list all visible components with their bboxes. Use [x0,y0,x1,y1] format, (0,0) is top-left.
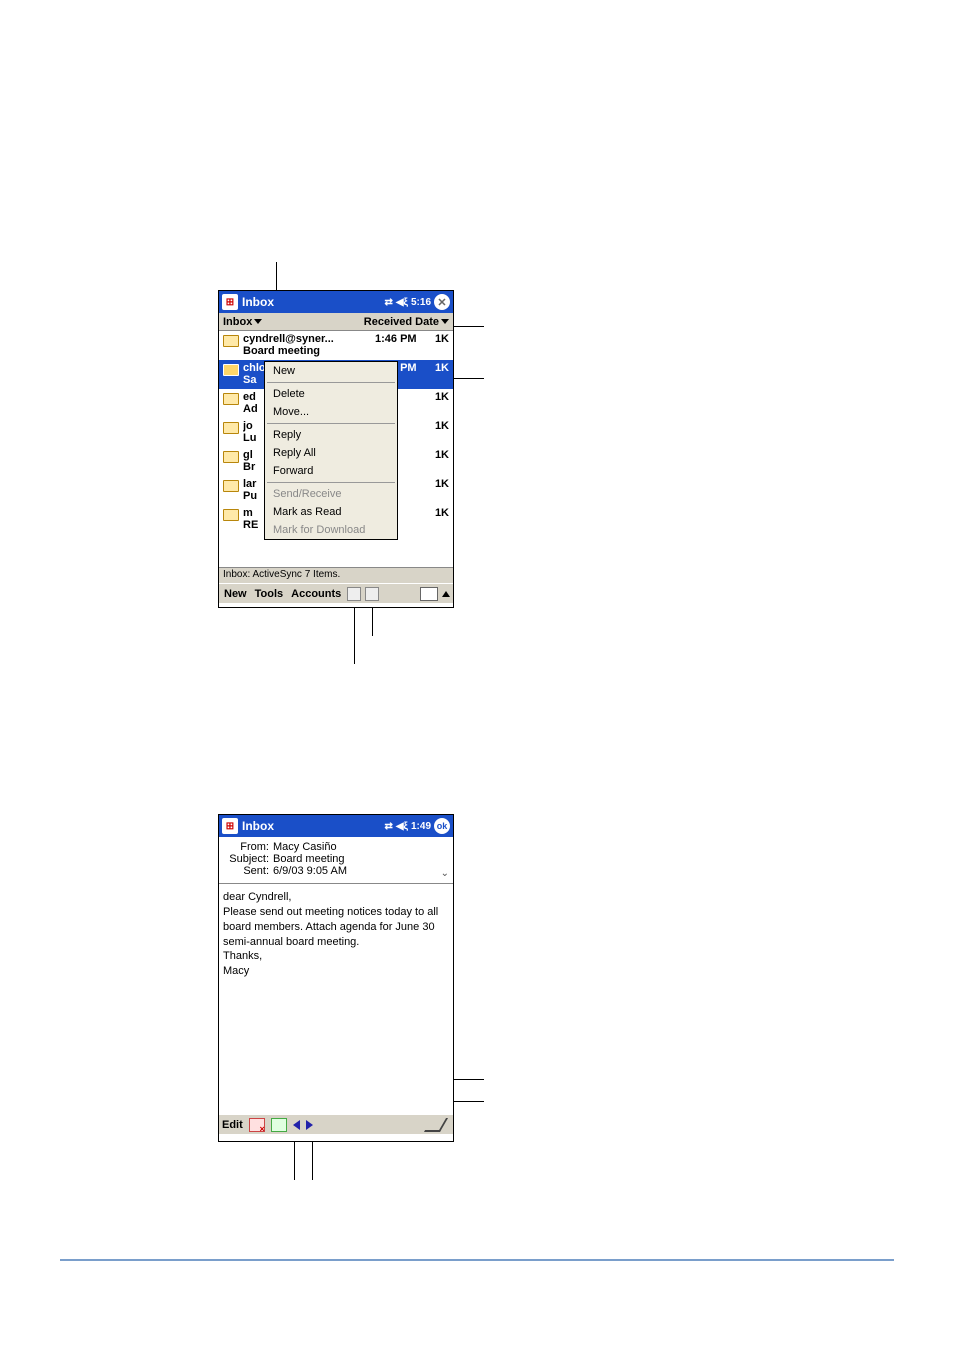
message-subject: Board meeting [243,345,375,357]
menu-reply[interactable]: Reply [265,426,397,444]
title-bar: ⊞ Inbox ⇄ ◀ξ 1:49 ok [219,815,453,837]
previous-icon[interactable] [293,1120,300,1130]
next-icon[interactable] [306,1120,313,1130]
body-line: Thanks, [223,949,449,964]
message-time: 1:46 PM [375,333,429,345]
message-body: dear Cyndrell, Please send out meeting n… [219,884,453,1114]
app-title: Inbox [242,819,384,833]
speaker-icon[interactable]: ◀ξ [396,297,408,308]
message-size: 1K [429,391,449,403]
from-label: From: [225,841,273,853]
folder-selector[interactable]: Inbox [223,316,364,328]
menu-separator [267,382,395,383]
title-bar: ⊞ Inbox ⇄ ◀ξ 5:16 ✕ [219,291,453,313]
menu-reply-all[interactable]: Reply All [265,444,397,462]
subject-value: Board meeting [273,853,447,865]
menu-new[interactable]: New [265,362,397,380]
body-line: dear Cyndrell, [223,890,449,905]
sip-icon[interactable] [424,1118,448,1132]
app-title: Inbox [242,295,384,309]
sent-value: 6/9/03 9:05 AM [273,865,447,877]
menu-accounts[interactable]: Accounts [289,588,343,600]
message-size: 1K [429,333,449,345]
reply-icon[interactable] [271,1118,287,1132]
expand-chevron-icon[interactable]: ⌄ [441,868,449,879]
inbox-list-screen: ⊞ Inbox ⇄ ◀ξ 5:16 ✕ Inbox Received Date … [218,290,454,608]
envelope-icon [223,422,239,434]
start-icon[interactable]: ⊞ [222,818,238,834]
connectivity-icon[interactable]: ⇄ [384,297,392,308]
close-icon[interactable]: ✕ [434,294,450,310]
chevron-up-icon[interactable] [442,591,450,597]
envelope-icon [223,335,239,347]
menu-mark-read[interactable]: Mark as Read [265,503,397,521]
envelope-icon [223,509,239,521]
body-line: Macy [223,964,449,979]
start-icon[interactable]: ⊞ [222,294,238,310]
speaker-icon[interactable]: ◀ξ [396,821,408,832]
clock-text: 1:49 [411,821,431,832]
page-divider [60,1259,894,1261]
connect-icon[interactable] [365,587,379,601]
envelope-icon [223,451,239,463]
status-bar: Inbox: ActiveSync 7 Items. [219,567,453,583]
sort-label: Received Date [364,316,439,328]
list-header: Inbox Received Date [219,313,453,331]
message-header: From: Macy Casiño Subject: Board meeting… [219,837,453,884]
clock-text: 5:16 [411,297,431,308]
connectivity-icon[interactable]: ⇄ [384,821,392,832]
folder-label: Inbox [223,316,252,328]
message-size: 1K [429,507,449,519]
context-menu: New Delete Move... Reply Reply All Forwa… [264,361,398,540]
body-line: Please send out meeting notices today to… [223,905,449,950]
menu-edit[interactable]: Edit [222,1119,243,1131]
command-bar: New Tools Accounts [219,583,453,603]
chevron-down-icon [441,319,449,324]
message-size: 1K [429,449,449,461]
message-size: 1K [429,420,449,432]
tray-icons: ⇄ ◀ξ 5:16 ✕ [384,294,450,310]
delete-icon[interactable] [249,1118,265,1132]
message-size: 1K [429,478,449,490]
menu-new[interactable]: New [222,588,249,600]
message-view-screen: ⊞ Inbox ⇄ ◀ξ 1:49 ok From: Macy Casiño S… [218,814,454,1142]
message-from: cyndrell@syner... [243,333,375,345]
menu-mark-download[interactable]: Mark for Download [265,521,397,539]
message-size: 1K [429,362,449,374]
ok-icon[interactable]: ok [434,818,450,834]
menu-tools[interactable]: Tools [253,588,286,600]
envelope-icon [223,480,239,492]
envelope-icon [223,393,239,405]
message-row[interactable]: cyndrell@syner... Board meeting 1:46 PM … [219,331,453,360]
menu-delete[interactable]: Delete [265,385,397,403]
keyboard-icon[interactable] [420,587,438,601]
chevron-down-icon [254,319,262,324]
menu-move[interactable]: Move... [265,403,397,421]
menu-separator [267,423,395,424]
message-list: cyndrell@syner... Board meeting 1:46 PM … [219,331,453,567]
envelope-icon [223,364,239,376]
command-bar: Edit [219,1114,453,1134]
from-value: Macy Casiño [273,841,447,853]
menu-send-receive[interactable]: Send/Receive [265,485,397,503]
sent-label: Sent: [225,865,273,877]
services-icon[interactable] [347,587,361,601]
tray-icons: ⇄ ◀ξ 1:49 ok [384,818,450,834]
menu-separator [267,482,395,483]
subject-label: Subject: [225,853,273,865]
menu-forward[interactable]: Forward [265,462,397,480]
sort-selector[interactable]: Received Date [364,316,449,328]
